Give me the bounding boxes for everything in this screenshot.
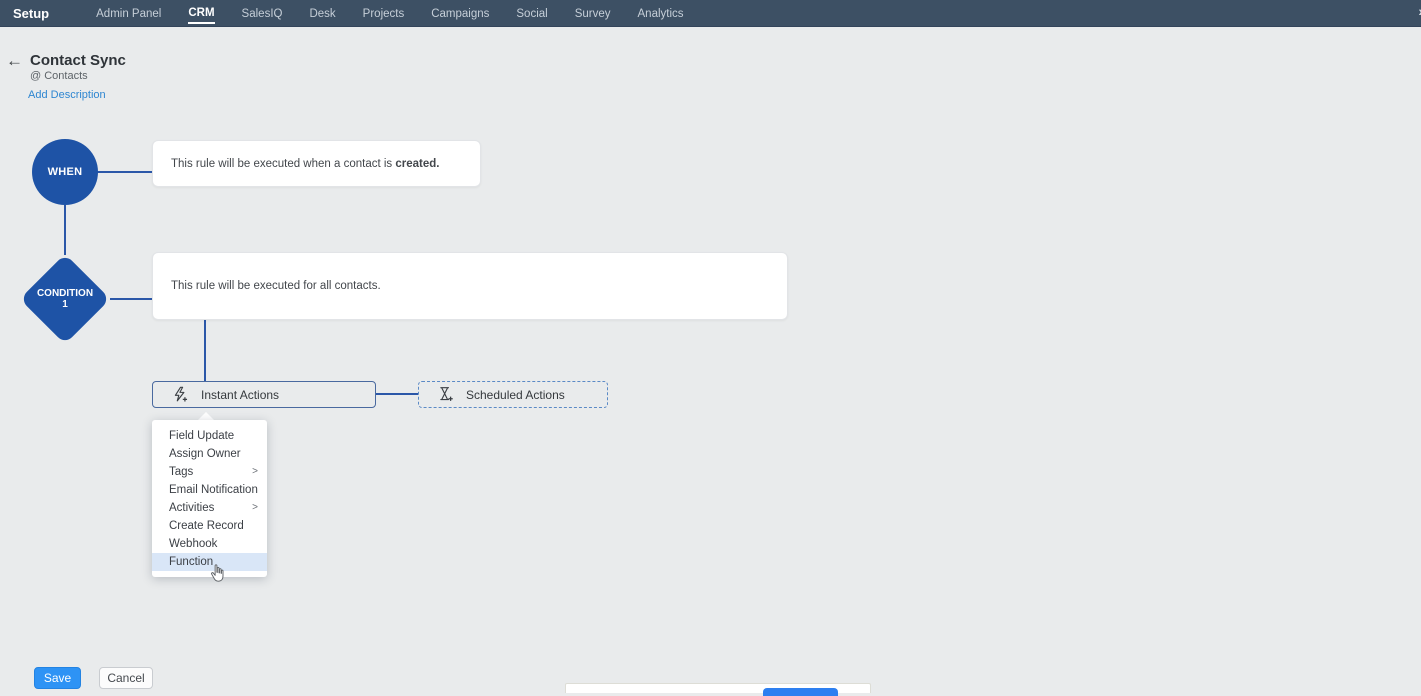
cancel-button[interactable]: Cancel [99,667,153,689]
condition-rule-box[interactable]: This rule will be executed for all conta… [152,252,788,320]
add-description-link[interactable]: Add Description [28,89,106,101]
nav-item-admin-panel[interactable]: Admin Panel [96,3,161,23]
when-node[interactable]: WHEN [32,139,98,205]
condition-node-label: CONDITION 1 [15,288,115,310]
hourglass-plus-icon [437,386,454,403]
when-rule-box[interactable]: This rule will be executed when a contac… [152,140,481,187]
lightning-plus-icon [172,386,189,403]
submenu-chevron-icon: > [252,502,258,513]
connector-when-to-condition [64,205,66,255]
module-label: @ Contacts [30,70,88,82]
when-rule-text: This rule will be executed when a contac… [171,158,439,170]
menu-item-label: Activities [169,502,215,514]
menu-item-create-record[interactable]: Create Record [152,517,267,535]
menu-item-webhook[interactable]: Webhook [152,535,267,553]
instant-actions-button[interactable]: Instant Actions [152,381,376,408]
top-navigation-bar: Setup Admin Panel CRM SalesIQ Desk Proje… [0,0,1421,27]
setup-brand-label: Setup [13,5,50,21]
menu-item-activities[interactable]: Activities > [152,499,267,517]
condition-label-line2: 1 [62,299,68,310]
nav-item-social[interactable]: Social [516,3,547,23]
condition-label-line1: CONDITION [36,288,94,299]
menu-item-label: Create Record [169,520,244,532]
nav-item-projects[interactable]: Projects [363,3,405,23]
when-rule-text-bold: created. [395,157,440,170]
connector-condition-to-box [110,298,152,300]
menu-item-assign-owner[interactable]: Assign Owner [152,445,267,463]
scheduled-actions-button[interactable]: Scheduled Actions [418,381,608,408]
menu-item-label: Webhook [169,538,218,550]
scheduled-actions-label: Scheduled Actions [466,387,565,402]
menu-item-tags[interactable]: Tags > [152,463,267,481]
nav-item-salesiq[interactable]: SalesIQ [242,3,283,23]
menu-item-field-update[interactable]: Field Update [152,427,267,445]
nav-item-survey[interactable]: Survey [575,3,611,23]
page-title: Contact Sync [30,52,126,69]
instant-actions-label: Instant Actions [201,387,280,402]
menu-item-label: Tags [169,466,194,478]
partial-dialog-blue-button[interactable] [763,688,838,696]
back-arrow-icon[interactable]: ← [6,51,23,71]
connector-condition-to-instant [204,320,206,381]
save-button[interactable]: Save [34,667,81,689]
menu-item-label: Assign Owner [169,448,241,460]
connector-instant-to-scheduled [376,393,418,395]
nav-item-analytics[interactable]: Analytics [638,3,684,23]
menu-item-label: Field Update [169,430,235,442]
connector-when-to-box [97,171,152,173]
menu-item-email-notification[interactable]: Email Notification [152,481,267,499]
submenu-chevron-icon: > [252,466,258,477]
when-rule-text-prefix: This rule will be executed when a contac… [171,157,396,170]
instant-actions-dropdown: Field Update Assign Owner Tags > Email N… [152,420,267,577]
nav-item-crm[interactable]: CRM [188,2,215,24]
menu-item-label: Email Notification [169,484,258,496]
nav-items: Admin Panel CRM SalesIQ Desk Projects Ca… [96,2,684,24]
nav-item-campaigns[interactable]: Campaigns [431,3,489,23]
hand-pointer-cursor-icon [207,563,228,590]
partial-bottom-dialog [565,683,871,696]
condition-rule-text: This rule will be executed for all conta… [171,280,381,292]
when-node-label: WHEN [47,166,83,178]
nav-item-desk[interactable]: Desk [309,3,335,23]
